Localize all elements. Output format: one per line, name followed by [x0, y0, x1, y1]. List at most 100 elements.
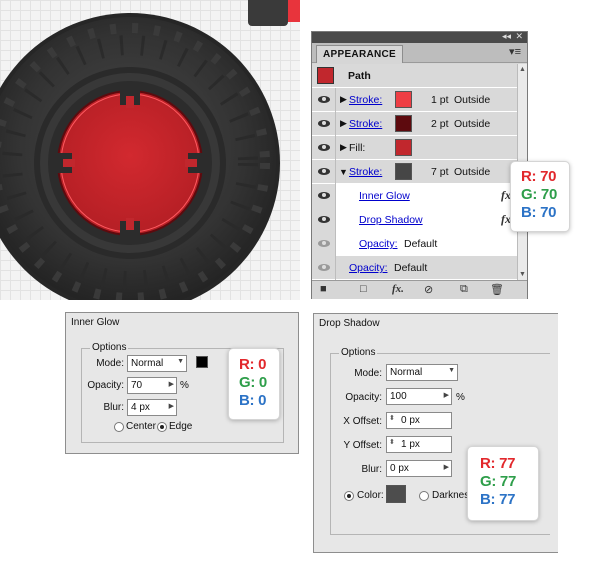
color-label: Color: — [357, 490, 384, 501]
eye-icon[interactable] — [312, 232, 336, 256]
blur-field[interactable]: 4 px ▶ — [127, 399, 177, 416]
shadow-color-swatch[interactable] — [386, 485, 406, 503]
center-radio[interactable] — [114, 422, 124, 432]
stroke-weight[interactable]: 7 pt — [431, 166, 449, 178]
tab-appearance[interactable]: APPEARANCE — [316, 45, 404, 63]
stroke-opacity-row[interactable]: Opacity: Default — [312, 232, 517, 256]
close-icon[interactable]: ✕ — [515, 31, 523, 42]
eye-icon[interactable] — [312, 112, 336, 136]
stroke-color-swatch[interactable] — [395, 163, 412, 180]
color-radio[interactable] — [344, 491, 354, 501]
options-label: Options — [90, 342, 129, 353]
chevron-right-icon[interactable]: ▶ — [444, 463, 449, 471]
clear-icon[interactable]: ⊘ — [424, 283, 433, 296]
stroke-align: Outside — [454, 118, 491, 130]
eye-icon[interactable] — [312, 184, 336, 208]
collapse-triangle-icon[interactable]: ▼ — [339, 167, 348, 177]
stroke-align: Outside — [454, 166, 491, 178]
percent-unit: % — [180, 380, 189, 391]
darkness-radio[interactable] — [419, 491, 429, 501]
center-label: Center — [126, 421, 157, 432]
edge-label: Edge — [169, 421, 193, 432]
chevron-right-icon[interactable]: ▶ — [169, 380, 174, 388]
stroke-link[interactable]: Stroke: — [349, 166, 382, 178]
mode-select[interactable]: Normal ▼ — [386, 364, 458, 381]
panel-menu-icon[interactable]: ▾≡ — [509, 45, 521, 58]
stroke-color-swatch[interactable] — [395, 115, 412, 132]
chevron-right-icon[interactable]: ▶ — [169, 402, 174, 410]
opacity-field[interactable]: 100 ▶ — [386, 388, 452, 405]
x-offset-field[interactable]: ⬍ 0 px — [386, 412, 452, 429]
artwork-canvas — [0, 0, 300, 300]
duplicate-icon[interactable]: ⧉ — [460, 283, 468, 296]
opacity-link[interactable]: Opacity: — [349, 262, 388, 274]
path-row[interactable]: Path — [312, 64, 517, 88]
eye-icon[interactable] — [312, 160, 336, 184]
stroke-weight[interactable]: 2 pt — [431, 118, 449, 130]
spinner-icon[interactable]: ⬍ — [389, 414, 395, 422]
eye-icon[interactable] — [312, 88, 336, 112]
green-value: G: 70 — [521, 186, 558, 203]
opacity-label: Opacity: — [87, 380, 124, 391]
y-offset-field[interactable]: ⬍ 1 px — [386, 436, 452, 453]
fill-row[interactable]: ▶ Fill: — [312, 136, 517, 160]
appearance-list: Path ▶ Stroke: 1 pt Outside ▶ Stroke: 2 … — [312, 64, 517, 280]
y-offset-value: 1 px — [401, 439, 420, 450]
stroke-link[interactable]: Stroke: — [349, 118, 382, 130]
blur-value: 4 px — [131, 402, 150, 413]
percent-unit: % — [456, 392, 465, 403]
blue-value: B: 0 — [239, 392, 267, 409]
stroke-row-2[interactable]: ▶ Stroke: 2 pt Outside — [312, 112, 517, 136]
blur-field[interactable]: 0 px ▶ — [386, 460, 452, 477]
y-offset-label: Y Offset: — [343, 440, 382, 451]
add-stroke-icon[interactable]: □ — [360, 283, 367, 295]
edge-radio[interactable] — [157, 422, 167, 432]
expand-triangle-icon[interactable]: ▶ — [340, 142, 347, 153]
glow-color-swatch[interactable] — [196, 356, 208, 368]
options-label: Options — [339, 347, 378, 358]
opacity-label: Opacity: — [345, 392, 382, 403]
mode-label: Mode: — [96, 358, 124, 369]
stroke-row-3[interactable]: ▼ Stroke: 7 pt Outside — [312, 160, 517, 184]
expand-triangle-icon[interactable]: ▶ — [340, 118, 347, 129]
opacity-field[interactable]: 70 ▶ — [127, 377, 177, 394]
chevron-right-icon[interactable]: ▶ — [444, 391, 449, 399]
expand-triangle-icon[interactable]: ▶ — [340, 94, 347, 105]
eye-icon[interactable] — [312, 136, 336, 160]
mode-select[interactable]: Normal ▼ — [127, 355, 187, 372]
panel-titlebar[interactable]: ◂◂ ✕ — [312, 31, 527, 43]
path-label: Path — [348, 70, 371, 82]
inner-glow-row[interactable]: Inner Glow fx — [312, 184, 517, 208]
drop-shadow-link[interactable]: Drop Shadow — [359, 214, 423, 226]
inner-glow-link[interactable]: Inner Glow — [359, 190, 410, 202]
object-opacity-row[interactable]: Opacity: Default — [312, 256, 517, 280]
tire-illustration — [0, 0, 300, 300]
stroke-link[interactable]: Stroke: — [349, 94, 382, 106]
delete-icon[interactable]: 🗑 — [490, 283, 504, 296]
x-offset-label: X Offset: — [343, 416, 382, 427]
rgb-callout-inner-glow: R: 0 G: 0 B: 0 — [228, 348, 280, 420]
fill-label: Fill: — [349, 142, 366, 154]
red-value: R: 0 — [239, 356, 267, 373]
add-effect-icon[interactable]: fx. — [392, 283, 404, 295]
double-chevron-icon[interactable]: ◂◂ — [502, 31, 511, 42]
scroll-up-icon[interactable]: ▲ — [519, 66, 526, 73]
panel-footer: ■ □ fx. ⊘ ⧉ 🗑 — [312, 280, 527, 299]
new-art-icon[interactable]: ■ — [320, 283, 327, 295]
opacity-link[interactable]: Opacity: — [359, 238, 398, 250]
stroke-weight[interactable]: 1 pt — [431, 94, 449, 106]
green-value: G: 77 — [480, 473, 517, 490]
mode-label: Mode: — [354, 368, 382, 379]
stroke-row-1[interactable]: ▶ Stroke: 1 pt Outside — [312, 88, 517, 112]
drop-shadow-row[interactable]: Drop Shadow fx — [312, 208, 517, 232]
eye-icon[interactable] — [312, 208, 336, 232]
eye-icon[interactable] — [312, 256, 336, 280]
path-thumbnail — [317, 67, 334, 84]
scroll-down-icon[interactable]: ▼ — [519, 271, 526, 278]
dialog-title: Drop Shadow — [319, 318, 380, 329]
fill-color-swatch[interactable] — [395, 139, 412, 156]
stroke-color-swatch[interactable] — [395, 91, 412, 108]
chevron-down-icon: ▼ — [177, 358, 184, 365]
dialog-title: Inner Glow — [71, 317, 120, 328]
spinner-icon[interactable]: ⬍ — [389, 438, 395, 446]
